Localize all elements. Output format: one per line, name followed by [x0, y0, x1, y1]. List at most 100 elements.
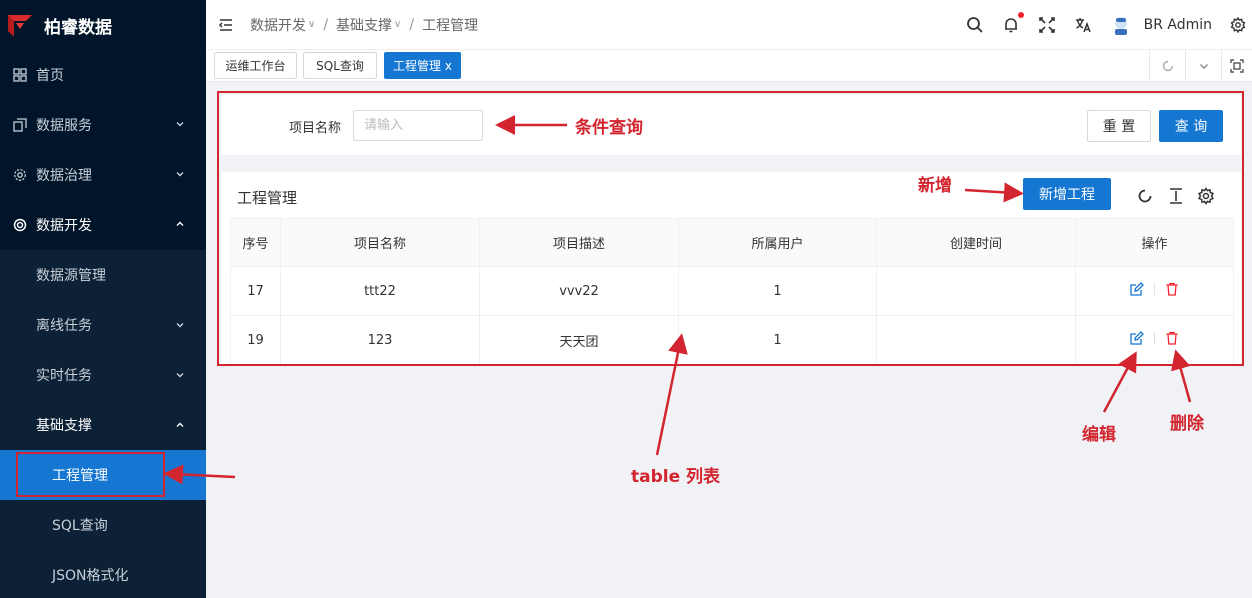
tabs-bar: 运维工作台 SQL查询 工程管理 x [206, 50, 1252, 82]
tab-menu-button[interactable] [1185, 50, 1221, 82]
notification-dot [1017, 12, 1024, 18]
settings-icon[interactable] [1197, 187, 1215, 205]
table-cell: 19 [230, 315, 281, 365]
breadcrumb-item[interactable]: 数据开发 [250, 15, 306, 35]
chevron-down-icon [176, 122, 184, 127]
brand-name: 柏睿数据 [44, 17, 112, 38]
user-name[interactable]: BR Admin [1144, 17, 1212, 33]
expand-icon [1230, 59, 1244, 73]
chevron-down-icon [1199, 64, 1208, 69]
delete-icon[interactable] [1165, 282, 1179, 296]
avatar[interactable] [1110, 14, 1132, 36]
copy-icon [12, 117, 28, 133]
project-table: 序号 项目名称 项目描述 所属用户 创建时间 操作 17 ttt22 vvv22… [230, 218, 1234, 365]
sidebar-item-label: 工程管理 [52, 468, 108, 484]
column-header: 项目名称 [280, 218, 480, 267]
chevron-down-icon: ∨ [308, 19, 316, 30]
sidebar: 柏睿数据 首页 数据服务 数据治理 数据开发 数据源管理 离线任务 实时任务 基… [0, 0, 206, 598]
query-button[interactable]: 查 询 [1159, 110, 1223, 142]
chevron-down-icon [176, 323, 184, 328]
tab-label: 工程管理 x [393, 59, 452, 73]
logo-icon [8, 15, 32, 37]
table-row: 17 ttt22 vvv22 1 [230, 266, 1234, 316]
add-project-label: 新增工程 [1039, 187, 1095, 203]
column-header: 所属用户 [678, 218, 877, 267]
sidebar-item-basic-support[interactable]: 基础支撑 [0, 400, 206, 450]
sidebar-item-offline-task[interactable]: 离线任务 [0, 300, 206, 350]
sidebar-item-sql-query[interactable]: SQL查询 [0, 500, 206, 550]
arrow-to-delete [1171, 349, 1192, 403]
tab-ops-workbench[interactable]: 运维工作台 [214, 52, 297, 79]
add-project-button[interactable]: 新增工程 [1023, 178, 1111, 210]
breadcrumb-item[interactable]: 基础支撑 [336, 15, 392, 35]
tab-label: SQL查询 [316, 59, 364, 73]
action-cell [1075, 315, 1234, 365]
chevron-down-icon [176, 373, 184, 378]
table-cell: 1 [678, 266, 877, 316]
reset-button[interactable]: 重 置 [1087, 110, 1151, 142]
table-row: 19 123 天天团 1 [230, 315, 1234, 365]
edit-icon[interactable] [1130, 331, 1144, 345]
sidebar-item-label: JSON格式化 [52, 568, 129, 584]
sidebar-item-label: 基础支撑 [36, 418, 92, 434]
arrow-to-edit [1102, 351, 1137, 413]
settings-icon[interactable] [1230, 17, 1246, 33]
tab-refresh-button[interactable] [1149, 50, 1185, 82]
grid-icon [12, 67, 28, 83]
brand-logo[interactable]: 柏睿数据 [0, 0, 206, 50]
header-actions: BR Admin [966, 0, 1252, 50]
refresh-icon [1162, 60, 1173, 72]
search-panel: 项目名称 重 置 查 询 [221, 95, 1241, 155]
column-header: 创建时间 [876, 218, 1076, 267]
table-cell: 17 [230, 266, 281, 316]
action-cell [1075, 266, 1234, 316]
table-cell: 天天团 [479, 315, 679, 365]
project-name-input[interactable] [353, 110, 483, 141]
sidebar-item-json-format[interactable]: JSON格式化 [0, 550, 206, 598]
submenu-data-dev: 数据源管理 离线任务 实时任务 基础支撑 工程管理 SQL查询 JSON格式化 [0, 250, 206, 598]
table-title: 工程管理 [237, 189, 298, 207]
annotation-condition-query: 条件查询 [575, 118, 643, 138]
fullscreen-icon[interactable] [1038, 16, 1056, 34]
refresh-icon[interactable] [1136, 187, 1154, 205]
tab-project-mgmt[interactable]: 工程管理 x [384, 52, 461, 79]
chevron-up-icon [176, 422, 184, 427]
query-button-label: 查 询 [1174, 119, 1208, 135]
menu-fold-icon[interactable] [218, 17, 234, 33]
breadcrumb-separator: / [409, 16, 415, 33]
sidebar-item-label: 首页 [36, 68, 64, 84]
annotation-add-new: 新增 [918, 176, 952, 196]
translate-icon[interactable] [1074, 16, 1092, 34]
sidebar-item-label: 数据治理 [36, 168, 92, 184]
sidebar-item-data-service[interactable]: 数据服务 [0, 100, 206, 150]
annotation-table-list: table 列表 [631, 467, 721, 487]
delete-icon[interactable] [1165, 331, 1179, 345]
search-icon[interactable] [966, 16, 984, 34]
chevron-down-icon: ∨ [394, 19, 402, 30]
edit-icon[interactable] [1130, 282, 1144, 296]
sidebar-item-datasource[interactable]: 数据源管理 [0, 250, 206, 300]
tab-fullscreen-button[interactable] [1221, 50, 1252, 82]
column-height-icon[interactable] [1167, 187, 1185, 205]
reset-button-label: 重 置 [1102, 119, 1136, 135]
project-name-label: 项目名称 [289, 121, 342, 136]
circle-icon [12, 217, 28, 233]
annotation-edit: 编辑 [1082, 425, 1116, 445]
sidebar-item-home[interactable]: 首页 [0, 50, 206, 100]
table-cell [876, 315, 1076, 365]
action-divider [1154, 283, 1155, 295]
annotation-delete: 删除 [1170, 414, 1204, 434]
table-panel: 工程管理 新增工程 序号 项目名称 项目描述 所属用户 创建时间 操作 17 t… [221, 172, 1241, 365]
breadcrumb-separator: / [323, 16, 329, 33]
tab-sql-query[interactable]: SQL查询 [303, 52, 377, 79]
sidebar-item-label: 数据源管理 [36, 268, 106, 284]
table-cell [876, 266, 1076, 316]
sidebar-item-data-dev[interactable]: 数据开发 [0, 200, 206, 250]
breadcrumb: 数据开发 ∨ / 基础支撑 ∨ / 工程管理 [250, 15, 478, 35]
sidebar-item-label: SQL查询 [52, 518, 108, 534]
bell-icon[interactable] [1002, 12, 1024, 34]
sidebar-item-project-mgmt[interactable]: 工程管理 [0, 450, 206, 500]
sidebar-item-data-governance[interactable]: 数据治理 [0, 150, 206, 200]
chevron-up-icon [176, 221, 184, 226]
sidebar-item-realtime-task[interactable]: 实时任务 [0, 350, 206, 400]
